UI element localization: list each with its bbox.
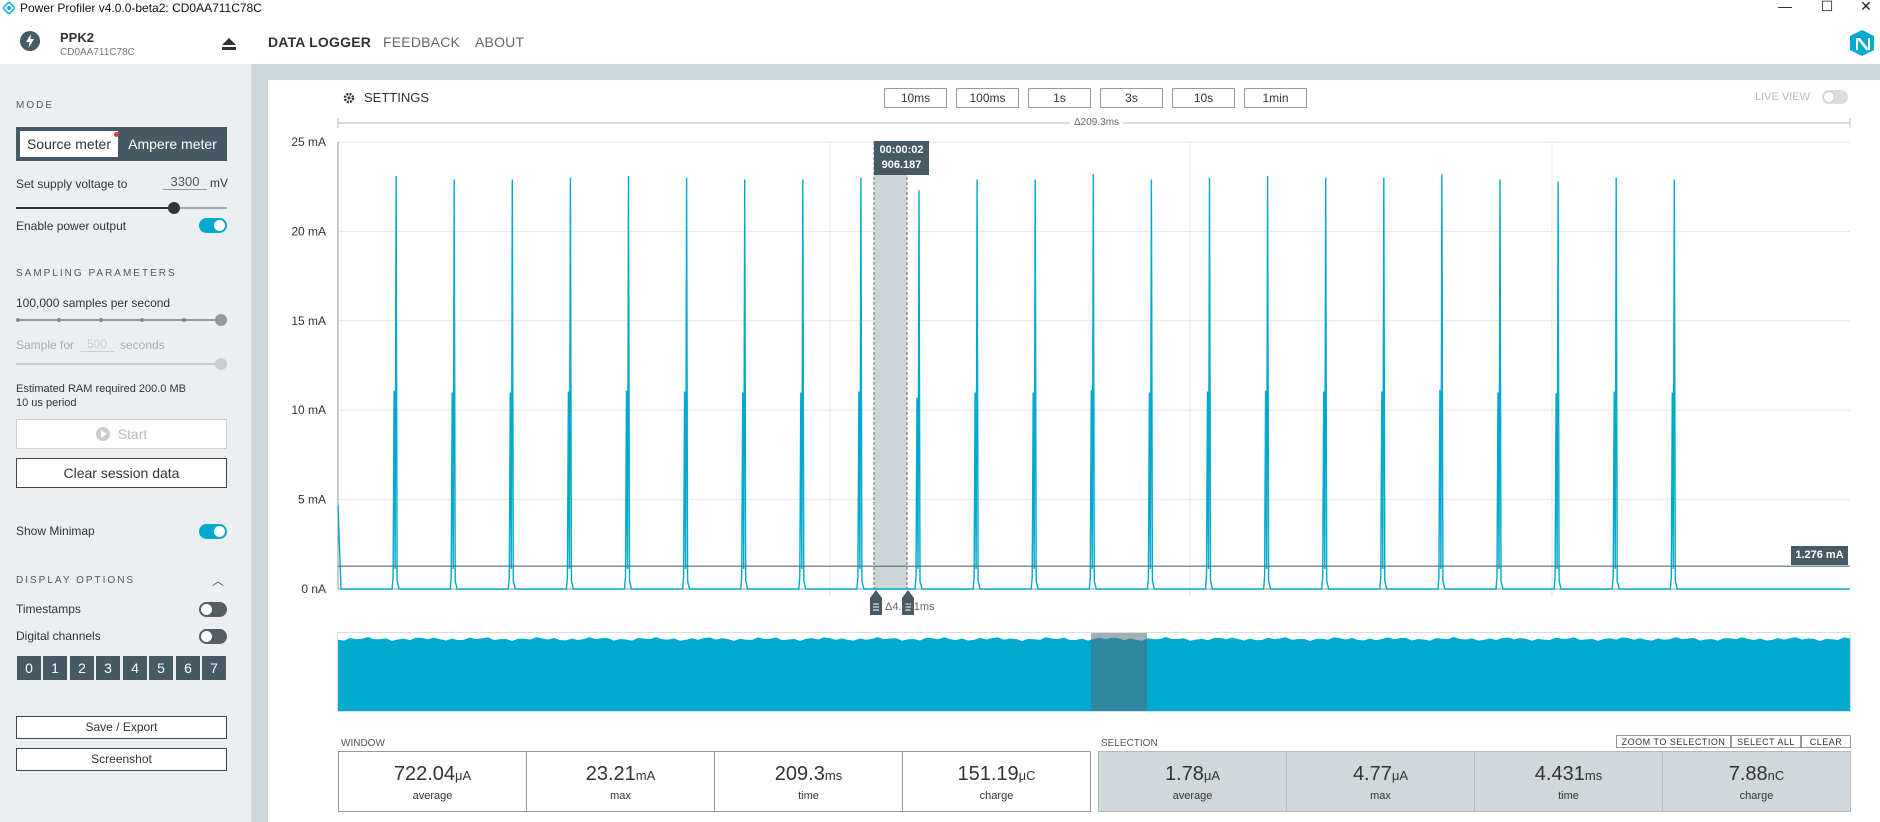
stat-caption: max bbox=[610, 790, 631, 802]
minimap[interactable] bbox=[337, 632, 1851, 712]
y-tick-label: 15 mA bbox=[291, 314, 326, 328]
stat-unit: nC bbox=[1767, 768, 1785, 783]
stat-unit: ms bbox=[824, 768, 843, 783]
stat-unit: mA bbox=[635, 768, 656, 783]
cursor-value: 906.187 bbox=[881, 159, 922, 171]
select-all-button[interactable]: SELECT ALL bbox=[1731, 735, 1801, 748]
stat-caption: average bbox=[412, 790, 453, 802]
selection-delta-label: Δ4.431ms bbox=[885, 601, 935, 613]
window-average-stat: 722.04μA average bbox=[338, 751, 527, 812]
stat-unit: μA bbox=[1203, 768, 1221, 783]
stat-value: 4.77 bbox=[1352, 763, 1392, 785]
selection-time-stat: 4.431ms time bbox=[1474, 751, 1663, 812]
selection-charge-stat: 7.88nC charge bbox=[1662, 751, 1851, 812]
stat-caption: time bbox=[798, 790, 819, 802]
window-delta-label: Δ209.3ms bbox=[1070, 117, 1124, 128]
selection-stats-title: SELECTION bbox=[1101, 738, 1158, 749]
selection-max-stat: 4.77μA max bbox=[1286, 751, 1475, 812]
stat-unit: ms bbox=[1584, 768, 1603, 783]
stat-value: 209.3 bbox=[774, 763, 825, 785]
selection-left-handle[interactable] bbox=[869, 590, 883, 616]
zoom-to-selection-button[interactable]: ZOOM TO SELECTION bbox=[1616, 735, 1731, 748]
y-tick-label: 10 mA bbox=[291, 403, 326, 417]
selection-band bbox=[874, 142, 907, 589]
window-stats-title: WINDOW bbox=[341, 738, 385, 749]
y-tick-label: 25 mA bbox=[291, 135, 326, 149]
stat-caption: charge bbox=[979, 790, 1014, 802]
stat-value: 7.88 bbox=[1728, 763, 1768, 785]
window-time-stat: 209.3ms time bbox=[714, 751, 903, 812]
stat-unit: μC bbox=[1018, 768, 1036, 783]
stat-value: 23.21 bbox=[585, 763, 636, 785]
window-charge-stat: 151.19μC charge bbox=[902, 751, 1091, 812]
average-line-label: 1.276 mA bbox=[1791, 546, 1848, 565]
stat-value: 722.04 bbox=[393, 763, 455, 785]
stat-caption: time bbox=[1558, 790, 1579, 802]
stat-caption: charge bbox=[1739, 790, 1774, 802]
stat-caption: average bbox=[1172, 790, 1213, 802]
stat-caption: max bbox=[1370, 790, 1391, 802]
clear-selection-button[interactable]: CLEAR bbox=[1801, 735, 1851, 748]
y-tick-label: 20 mA bbox=[291, 224, 326, 238]
cursor-tooltip: 00:00:02 906.187 bbox=[874, 141, 929, 175]
minimap-window[interactable] bbox=[1091, 633, 1147, 711]
y-tick-label: 0 nA bbox=[301, 582, 326, 596]
selection-average-stat: 1.78μA average bbox=[1098, 751, 1287, 812]
window-max-stat: 23.21mA max bbox=[526, 751, 715, 812]
stat-unit: μA bbox=[455, 768, 472, 783]
y-tick-label: 5 mA bbox=[298, 493, 326, 507]
cursor-time: 00:00:02 bbox=[879, 144, 924, 156]
stat-value: 151.19 bbox=[957, 763, 1019, 785]
stat-value: 4.431 bbox=[1534, 763, 1585, 785]
current-series-line bbox=[337, 174, 1850, 590]
stat-unit: μA bbox=[1391, 768, 1409, 783]
stat-value: 1.78 bbox=[1164, 763, 1204, 785]
